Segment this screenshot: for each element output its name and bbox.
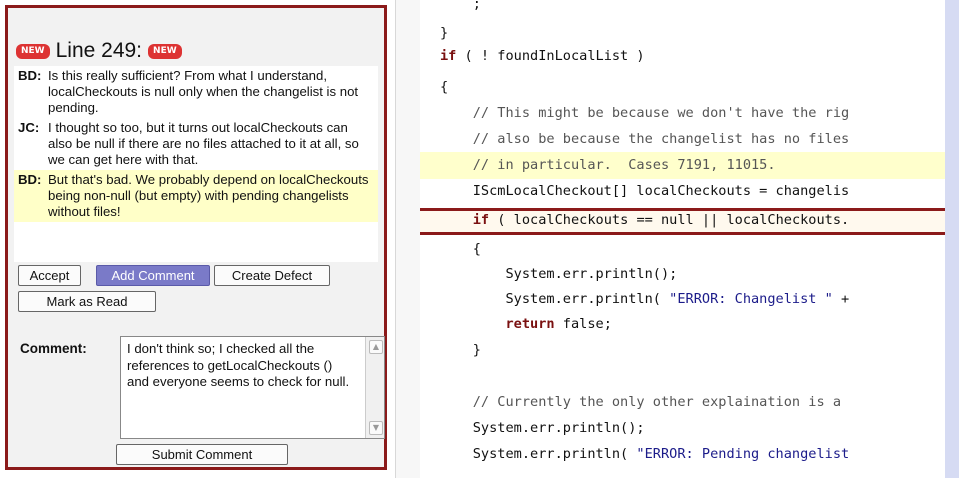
code-scroll-track[interactable] xyxy=(945,0,959,478)
accept-button[interactable]: Accept xyxy=(18,265,81,286)
code-line: return false; xyxy=(505,316,612,332)
code-line: // also be because the changelist has no… xyxy=(440,131,850,147)
code-line: { xyxy=(440,241,481,257)
code-view: ;} if ( ! foundInLocalList ) { // This mig… xyxy=(420,0,959,478)
code-line: System.err.println( "ERROR: Changelist "… xyxy=(440,291,850,307)
code-line: } xyxy=(440,25,449,41)
thread-message-highlighted: BD: But that's bad. We probably depend o… xyxy=(14,170,378,222)
code-line: System.err.println( "ERROR: Pending chan… xyxy=(440,446,850,462)
message-text: I thought so too, but it turns out local… xyxy=(48,120,359,167)
scroll-down-icon[interactable]: ▼ xyxy=(369,421,383,435)
comment-label: Comment: xyxy=(20,341,87,356)
submit-comment-button[interactable]: Submit Comment xyxy=(116,444,288,465)
message-author: BD: xyxy=(18,68,42,83)
scroll-up-icon[interactable]: ▲ xyxy=(369,340,383,354)
message-text: Is this really sufficient? From what I u… xyxy=(48,68,359,115)
code-line: System.err.println(); xyxy=(440,420,645,436)
panel-divider[interactable] xyxy=(395,0,421,478)
code-line: // in particular. Cases 7191, 11015. xyxy=(440,157,776,173)
mark-as-read-button[interactable]: Mark as Read xyxy=(18,291,156,312)
comment-scrollbar[interactable]: ▲ ▼ xyxy=(365,337,384,438)
comment-text: I don't think so; I checked all the refe… xyxy=(127,341,350,389)
code-line: } xyxy=(440,342,481,358)
comment-thread: BD: Is this really sufficient? From what… xyxy=(14,66,378,262)
line-title: Line 249: xyxy=(55,39,143,62)
code-line: System.err.println(); xyxy=(440,266,678,282)
new-badge-icon: NEW xyxy=(148,43,182,59)
code-line: IScmLocalCheckout[] localCheckouts = cha… xyxy=(440,183,850,199)
current-line-border-bottom xyxy=(420,232,945,235)
review-panel: NEW Line 249: NEW BD: Is this really suf… xyxy=(5,5,387,470)
create-defect-button[interactable]: Create Defect xyxy=(214,265,330,286)
code-line: ; xyxy=(440,0,481,12)
code-line: // This might be because we don't have t… xyxy=(440,105,850,121)
thread-message: JC: I thought so too, but it turns out l… xyxy=(14,118,378,170)
code-line: if ( ! foundInLocalList ) xyxy=(440,48,645,64)
line-header: NEW Line 249: NEW xyxy=(16,36,182,66)
new-badge-icon: NEW xyxy=(16,43,50,59)
message-author: BD: xyxy=(18,172,42,187)
message-author: JC: xyxy=(18,120,40,135)
code-line: if ( localCheckouts == null || localChec… xyxy=(472,212,850,228)
thread-message: BD: Is this really sufficient? From what… xyxy=(14,66,378,118)
message-text: But that's bad. We probably depend on lo… xyxy=(48,172,369,219)
comment-textarea[interactable]: I don't think so; I checked all the refe… xyxy=(120,336,385,439)
code-line: // Currently the only other explaination… xyxy=(440,394,842,410)
add-comment-button[interactable]: Add Comment xyxy=(96,265,210,286)
code-line: { xyxy=(440,79,449,95)
